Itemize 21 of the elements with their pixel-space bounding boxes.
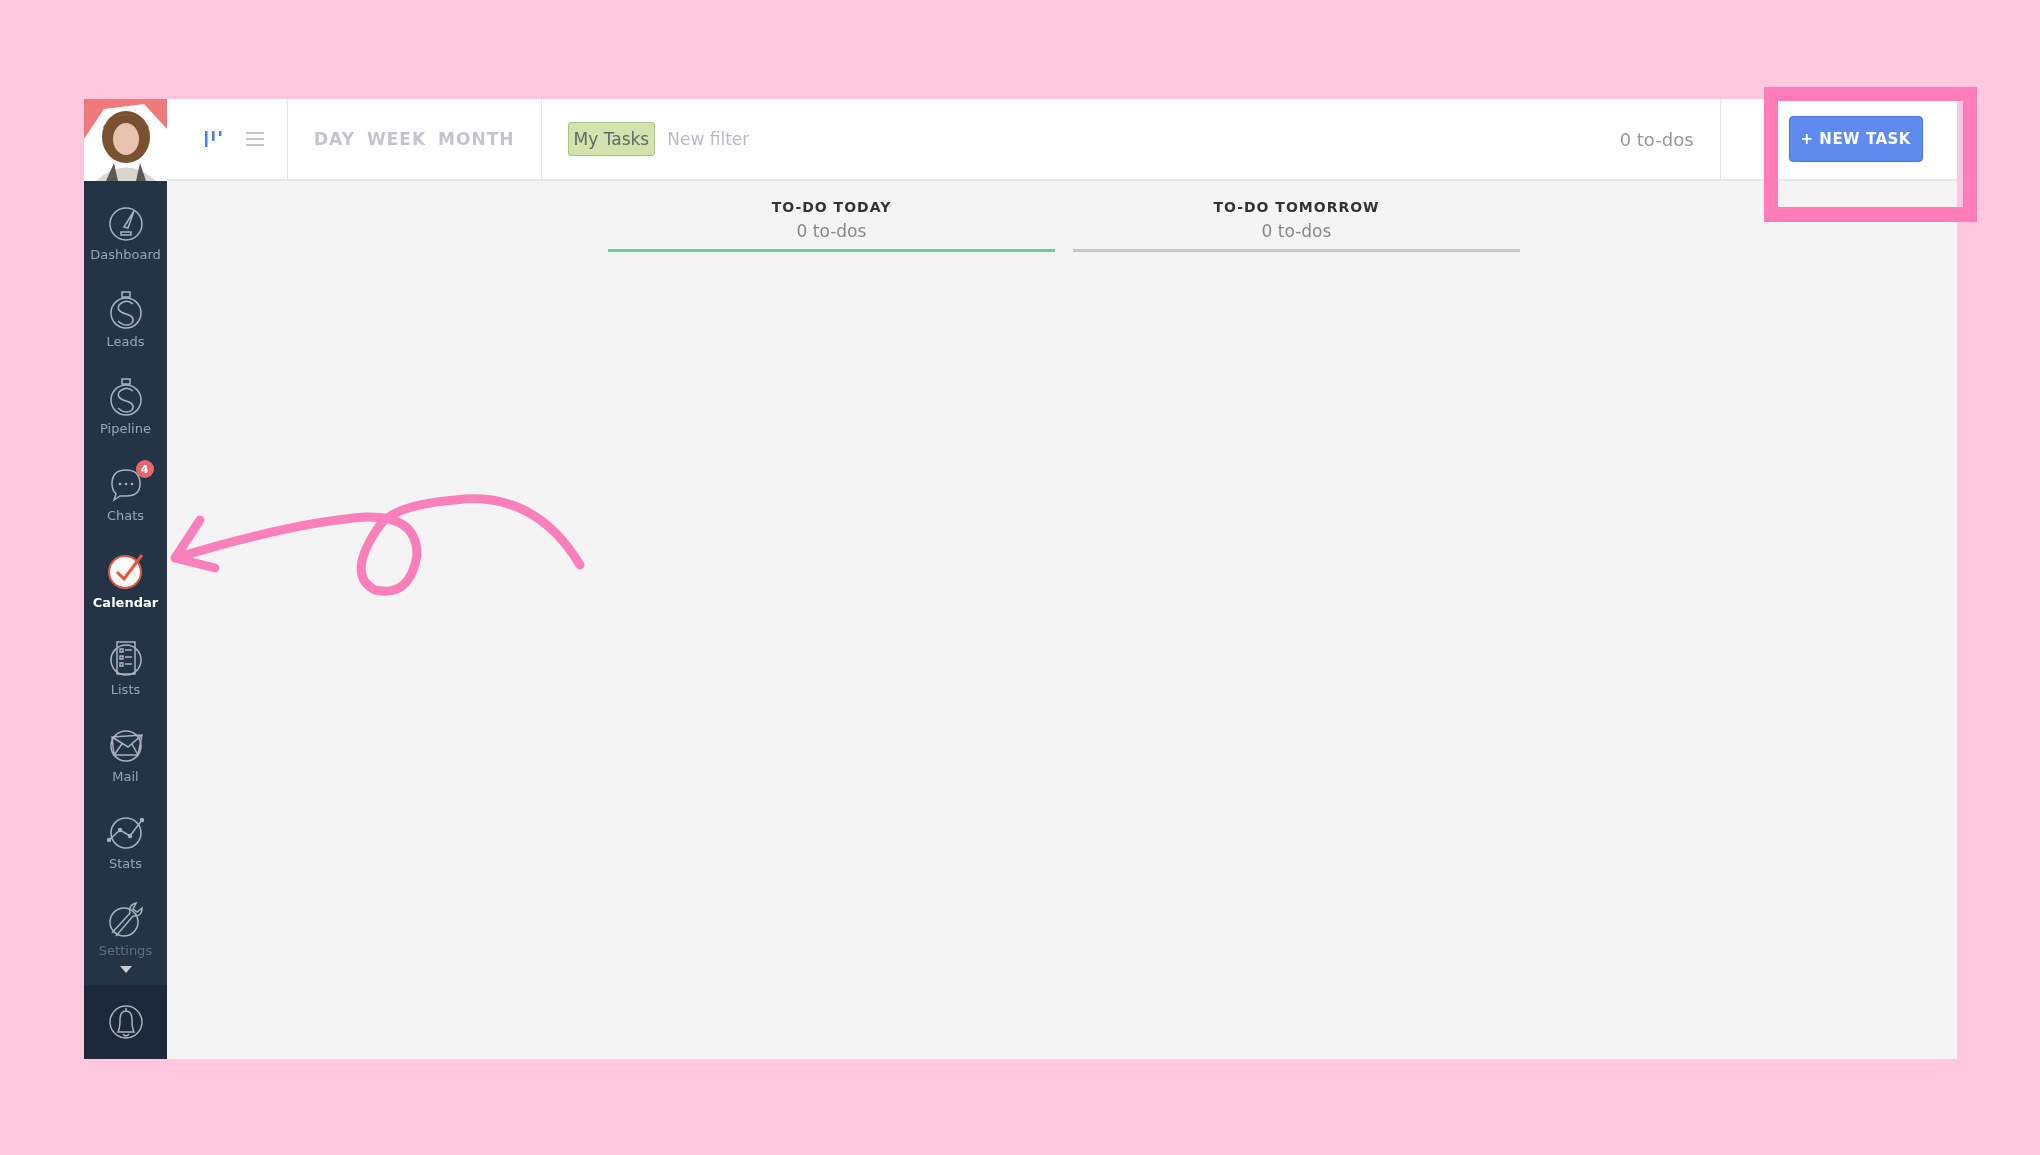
- new-task-button[interactable]: + NEW TASK: [1788, 116, 1923, 162]
- todo-count: 0 to-dos: [1619, 128, 1695, 150]
- nav-item[interactable]: 4 Chats: [84, 450, 167, 537]
- columns-view-icon[interactable]: [203, 129, 223, 149]
- column-header[interactable]: TO-DO TODAY 0 to-dos: [608, 199, 1055, 252]
- checkmark-icon: [105, 551, 146, 591]
- caret-icon[interactable]: [119, 966, 132, 973]
- column-count: 0 to-dos: [796, 221, 867, 241]
- nav-item[interactable]: Lists: [84, 624, 167, 711]
- column-title: TO-DO TOMORROW: [1213, 199, 1380, 215]
- nav-item[interactable]: Mail: [84, 711, 167, 798]
- nav-item[interactable]: Dashboard: [84, 189, 167, 276]
- column-title: TO-DO TODAY: [771, 199, 892, 215]
- column-header[interactable]: TO-DO TOMORROW 0 to-dos: [1073, 199, 1520, 252]
- notification-badge: 4: [135, 460, 154, 478]
- nav-item[interactable]: Leads: [84, 276, 167, 363]
- filter-tab[interactable]: My Tasks: [567, 122, 656, 156]
- nav-item[interactable]: Stats: [84, 798, 167, 885]
- column-count: 0 to-dos: [1261, 221, 1332, 241]
- nav-item[interactable]: Pipeline: [84, 363, 167, 450]
- nav-item[interactable]: Calendar: [84, 537, 167, 624]
